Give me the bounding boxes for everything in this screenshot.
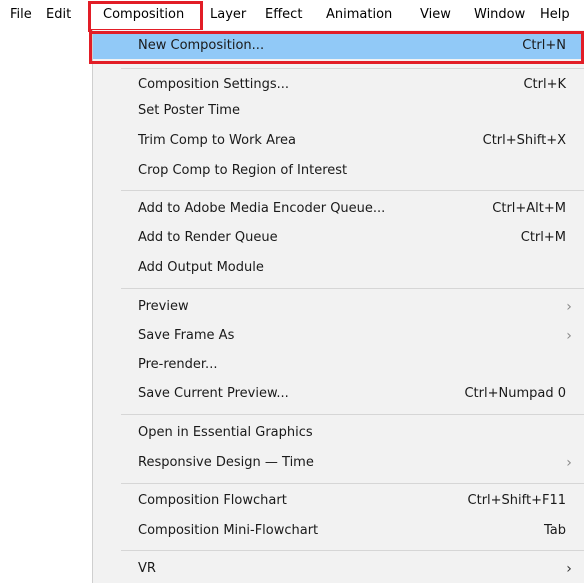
chevron-right-icon: › — [566, 561, 572, 577]
menu-separator — [121, 288, 584, 289]
menu-window[interactable]: Window — [474, 0, 525, 30]
chevron-right-icon: › — [566, 299, 572, 315]
chevron-right-icon: › — [566, 455, 572, 471]
menu-edit[interactable]: Edit — [46, 0, 71, 30]
chevron-right-icon: › — [566, 328, 572, 344]
menu-item-label: Save Frame As — [138, 328, 235, 343]
menu-item-add-to-ame-queue[interactable]: Add to Adobe Media Encoder Queue... Ctrl… — [93, 196, 584, 222]
menu-item-shortcut: Ctrl+Shift+F11 — [467, 493, 566, 508]
menu-item-shortcut: Ctrl+M — [520, 230, 566, 245]
menu-separator — [121, 190, 584, 191]
menu-item-shortcut: Ctrl+Alt+M — [492, 201, 566, 216]
menu-item-label: Composition Flowchart — [138, 493, 287, 508]
menu-item-label: Add Output Module — [138, 260, 264, 275]
menu-item-shortcut: Ctrl+N — [522, 38, 566, 53]
menu-separator — [121, 414, 584, 415]
menu-item-add-to-render-queue[interactable]: Add to Render Queue Ctrl+M — [93, 225, 584, 251]
menu-item-crop-comp[interactable]: Crop Comp to Region of Interest — [93, 158, 584, 184]
menu-item-label: Add to Render Queue — [138, 230, 278, 245]
menu-item-add-output-module[interactable]: Add Output Module — [93, 255, 584, 281]
menu-item-trim-comp[interactable]: Trim Comp to Work Area Ctrl+Shift+X — [93, 128, 584, 154]
menu-composition[interactable]: Composition — [103, 0, 184, 30]
menu-item-label: Preview — [138, 299, 189, 314]
menu-view[interactable]: View — [420, 0, 451, 30]
menu-item-responsive-design-time[interactable]: Responsive Design — Time › — [93, 450, 584, 476]
menu-item-composition-settings[interactable]: Composition Settings... Ctrl+K — [93, 72, 584, 98]
menu-separator — [121, 68, 584, 69]
menu-item-shortcut: Ctrl+Numpad 0 — [464, 386, 566, 401]
menu-item-save-frame-as[interactable]: Save Frame As › — [93, 323, 584, 349]
menu-item-label: VR — [138, 561, 156, 576]
menu-item-label: Save Current Preview... — [138, 386, 289, 401]
menu-item-save-current-preview[interactable]: Save Current Preview... Ctrl+Numpad 0 — [93, 381, 584, 407]
menu-item-label: Trim Comp to Work Area — [138, 133, 297, 148]
menu-item-new-composition[interactable]: New Composition... Ctrl+N — [93, 33, 584, 59]
menu-item-label: Pre-render... — [138, 357, 218, 372]
composition-dropdown-menu: New Composition... Ctrl+N Composition Se… — [92, 30, 584, 583]
menu-item-label: Responsive Design — Time — [138, 455, 314, 470]
menu-animation[interactable]: Animation — [326, 0, 392, 30]
menu-bar: File Edit Composition Layer Effect Anima… — [0, 0, 584, 30]
menu-item-shortcut: Tab — [543, 523, 566, 538]
menu-layer[interactable]: Layer — [210, 0, 246, 30]
menu-item-label: Composition Settings... — [138, 77, 290, 92]
menu-item-set-poster-time[interactable]: Set Poster Time — [93, 98, 584, 124]
menu-item-open-in-essential-graphics[interactable]: Open in Essential Graphics — [93, 420, 584, 446]
menu-item-shortcut: Ctrl+K — [523, 77, 566, 92]
menu-item-preview[interactable]: Preview › — [93, 294, 584, 320]
menu-effect[interactable]: Effect — [265, 0, 302, 30]
menu-item-composition-flowchart[interactable]: Composition Flowchart Ctrl+Shift+F11 — [93, 488, 584, 514]
menu-item-label: Composition Mini-Flowchart — [138, 523, 319, 538]
menu-separator — [121, 483, 584, 484]
menu-item-shortcut: Ctrl+Shift+X — [482, 133, 566, 148]
menu-help[interactable]: Help — [540, 0, 570, 30]
menu-item-label: Open in Essential Graphics — [138, 425, 313, 440]
menu-item-pre-render[interactable]: Pre-render... — [93, 352, 584, 378]
menu-item-composition-mini-flowchart[interactable]: Composition Mini-Flowchart Tab — [93, 518, 584, 544]
menu-item-label: Set Poster Time — [138, 103, 240, 118]
menu-separator — [121, 550, 584, 551]
menu-item-vr[interactable]: VR › — [93, 556, 584, 582]
menu-file[interactable]: File — [10, 0, 32, 30]
menu-item-label: New Composition... — [138, 38, 265, 53]
menu-item-label: Crop Comp to Region of Interest — [138, 163, 348, 178]
menu-item-label: Add to Adobe Media Encoder Queue... — [138, 201, 386, 216]
